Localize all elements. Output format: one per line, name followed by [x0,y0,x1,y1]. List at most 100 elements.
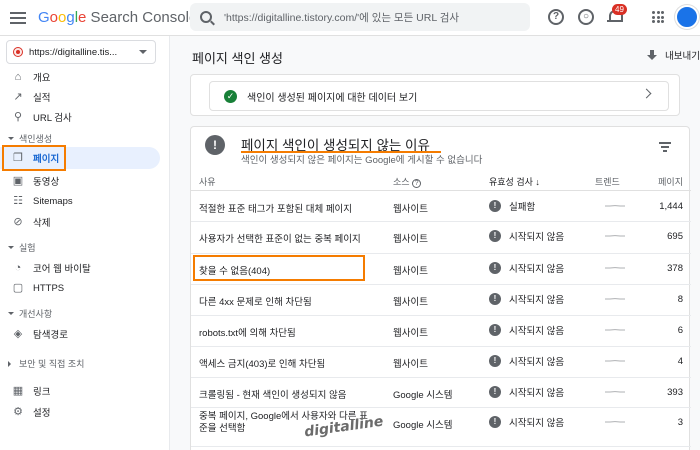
reason-cell: 적절한 표준 태그가 포함된 대체 페이지 [199,204,353,215]
reason-cell: 사용자가 선택한 표준이 없는 중복 페이지 [199,234,361,245]
sidebar-item-removals[interactable]: ⊘ 삭제 [0,211,160,233]
gear-icon: ⚙ [13,406,23,418]
validation-cell: ! 시작되지 않음 [489,415,564,429]
trend-sparkline [605,267,625,269]
source-cell: 웹사이트 [393,234,428,245]
sidebar-item-core-web-vitals[interactable]: ◔ 코어 웹 바이탈 [0,257,160,279]
pages-count-cell: 393 [667,387,683,398]
property-selector[interactable]: https://digitalline.tis... [6,40,156,64]
breadcrumb-icon: ◈ [13,328,23,340]
pages-count-cell: 1,444 [659,201,683,212]
section-security[interactable]: 보안 및 직접 조치 [8,357,84,370]
info-circle-icon: ! [489,262,501,274]
table-row[interactable]: 사용자가 선택한 표준이 없는 중복 페이지 웹사이트 ! 시작되지 않음 695 [191,222,691,254]
info-circle-icon: ! [489,324,501,336]
search-console-logo[interactable]: Google Search Console [38,9,197,26]
column-reason[interactable]: 사유 [199,175,216,188]
section-experience[interactable]: 실험 [8,241,36,254]
sidebar-item-settings[interactable]: ⚙ 설정 [0,401,160,423]
table-row[interactable]: 다른 4xx 문제로 인해 차단됨 웹사이트 ! 시작되지 않음 8 [191,285,691,316]
sidebar-item-overview[interactable]: ⌂ 개요 [0,66,160,88]
removal-icon: ⊘ [13,216,23,228]
duplicate-row-highlight-box [193,255,365,281]
view-indexed-pages-link[interactable]: ✓ 색인이 생성된 페이지에 대한 데이터 보기 [209,81,669,111]
pages-count-cell: 8 [677,294,683,305]
pages-count-cell: 6 [677,325,683,336]
sidebar-item-video[interactable]: ▣ 동영상 [0,170,160,192]
download-icon [647,50,658,60]
info-circle-icon: ! [489,416,501,428]
source-cell: 웹사이트 [393,328,428,339]
info-circle-icon: ! [489,386,501,398]
sidebar-item-sitemaps[interactable]: ☷ Sitemaps [0,190,160,212]
table-row[interactable]: 액세스 금지(403)로 인해 차단됨 웹사이트 ! 시작되지 않음 4 [191,347,691,378]
trend-sparkline [605,298,625,300]
trend-sparkline [605,235,625,237]
pages-count-cell: 3 [677,417,683,428]
info-circle-icon: ! [489,200,501,212]
notification-badge: 49 [612,4,627,15]
pages-count-cell: 695 [667,231,683,242]
trend-sparkline [605,360,625,362]
manage-users-icon[interactable]: ○ [578,9,594,25]
sidebar-item-performance[interactable]: ↗ 실적 [0,86,160,108]
validation-cell: ! 시작되지 않음 [489,261,564,275]
table-row[interactable]: 적절한 표준 태그가 포함된 대체 페이지 웹사이트 ! 실패함 1,444 [191,192,691,222]
help-icon: ? [412,179,422,188]
source-cell: 웹사이트 [393,297,428,308]
menu-icon[interactable] [10,11,26,24]
apps-icon[interactable] [652,11,664,23]
links-icon: ▦ [12,385,24,397]
validation-cell: ! 실패함 [489,199,535,213]
sidebar-item-links[interactable]: ▦ 링크 [0,380,160,402]
info-circle-icon: ! [489,293,501,305]
table-row[interactable]: robots.txt에 의해 차단됨 웹사이트 ! 시작되지 않음 6 [191,316,691,347]
reasons-subtitle: 색인이 생성되지 않은 페이지는 Google에 게시할 수 없습니다 [241,155,483,166]
chevron-right-icon [641,88,652,99]
check-circle-icon: ✓ [224,89,237,103]
export-button[interactable]: 내보내기 [647,48,700,62]
indexed-pages-card: ✓ 색인이 생성된 페이지에 대한 데이터 보기 [190,74,680,116]
column-trend[interactable]: 트렌드 [595,175,620,188]
info-circle-icon: ! [489,355,501,367]
reason-cell: 액세스 금지(403)로 인해 차단됨 [199,359,326,370]
sidebar-item-breadcrumbs[interactable]: ◈ 탐색경로 [0,323,160,345]
trend-sparkline [605,205,625,207]
url-inspection-search[interactable]: 'https://digitalline.tistory.com/'에 있는 모… [190,3,530,31]
sort-down-icon: ↓ [535,177,540,187]
gauge-icon: ◔ [14,262,22,274]
filter-icon[interactable] [659,142,671,154]
validation-cell: ! 시작되지 않음 [489,292,564,306]
page-title: 페이지 색인 생성 [192,51,283,66]
source-cell: 웹사이트 [393,204,428,215]
trend-sparkline [605,421,625,423]
sidebar-item-https[interactable]: ▢ HTTPS [0,277,160,299]
info-circle-icon: ! [489,230,501,242]
top-bar: Google Search Console 'https://digitalli… [0,0,700,36]
validation-cell: ! 시작되지 않음 [489,385,564,399]
table-row[interactable]: 크롤링됨 - 현재 색인이 생성되지 않음 Google 시스템 ! 시작되지 않음 3… [191,378,691,408]
pages-count-cell: 4 [677,356,683,367]
column-validation[interactable]: 유효성 검사 ↓ [489,175,540,188]
source-cell: 웹사이트 [393,359,428,370]
reason-cell: 다른 4xx 문제로 인해 차단됨 [199,297,312,308]
column-pages[interactable]: 페이지 [658,175,683,188]
lock-icon: ▢ [12,282,24,294]
table-row[interactable]: 중복 페이지, Google에서 사용자와 다른 표준을 선택함 Google 시… [191,408,691,447]
home-icon: ⌂ [14,71,22,83]
trend-icon: ↗ [13,91,23,103]
help-icon[interactable]: ? [548,9,564,25]
sidebar-item-url-inspection[interactable]: ⚲ URL 검사 [0,106,160,128]
reason-cell: 크롤링됨 - 현재 색인이 생성되지 않음 [199,390,347,401]
validation-cell: ! 시작되지 않음 [489,229,564,243]
avatar[interactable] [675,5,699,29]
video-icon: ▣ [12,175,24,187]
section-indexing[interactable]: 색인생성 [8,132,52,145]
column-source[interactable]: 소스 ? [393,175,422,188]
trend-sparkline [605,329,625,331]
pages-count-cell: 378 [667,263,683,274]
chevron-down-icon [139,50,147,58]
section-enhancements[interactable]: 개선사항 [8,307,52,320]
pages-highlight-box [2,145,66,171]
search-icon: ⚲ [13,111,23,123]
